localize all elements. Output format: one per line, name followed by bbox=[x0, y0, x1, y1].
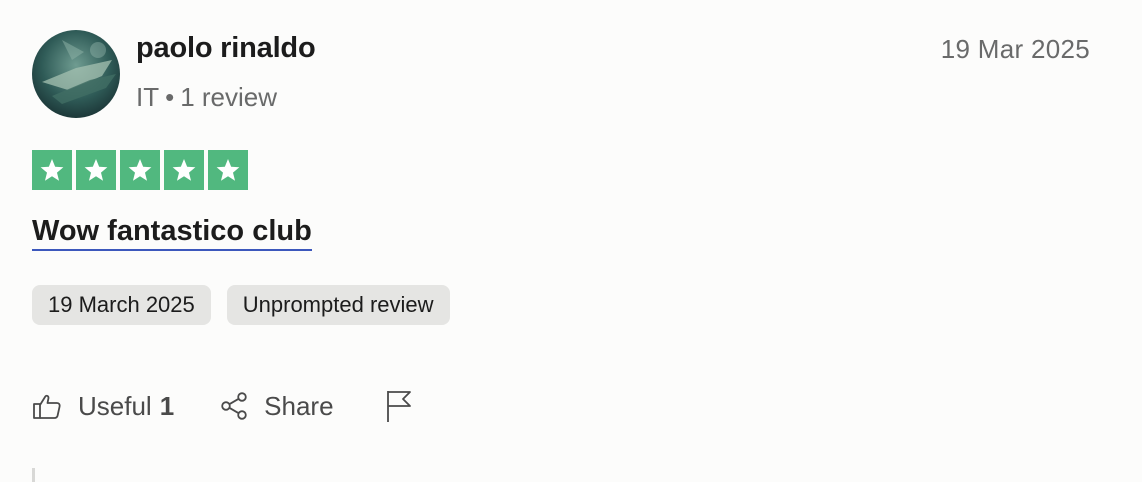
share-button[interactable]: Share bbox=[220, 390, 334, 422]
thumbs-up-icon bbox=[33, 394, 61, 419]
star-icon bbox=[40, 158, 64, 181]
star-icon bbox=[172, 158, 196, 181]
review-date: 19 Mar 2025 bbox=[940, 34, 1090, 64]
review-badges: 19 March 2025 Unprompted review bbox=[32, 285, 450, 325]
share-label: Share bbox=[264, 390, 334, 421]
star-rating bbox=[32, 150, 248, 190]
useful-label: Useful bbox=[78, 390, 152, 421]
author-avatar[interactable] bbox=[32, 30, 120, 118]
divider-tick bbox=[32, 468, 35, 482]
star-icon bbox=[84, 158, 108, 181]
star-5 bbox=[208, 150, 248, 190]
flag-icon bbox=[386, 391, 411, 422]
star-1 bbox=[32, 150, 72, 190]
star-4 bbox=[164, 150, 204, 190]
useful-button[interactable]: Useful 1 bbox=[32, 391, 174, 422]
review-card: paolo rinaldo IT • 1 review 19 Mar 2025 Wo… bbox=[0, 0, 1142, 482]
author-country: IT bbox=[136, 82, 160, 112]
unprompted-review-badge[interactable]: Unprompted review bbox=[226, 285, 450, 325]
report-button[interactable] bbox=[384, 388, 414, 424]
avatar-photo bbox=[32, 30, 120, 118]
star-3 bbox=[120, 150, 160, 190]
review-actions: Useful 1 Share bbox=[32, 384, 414, 428]
meta-separator: • bbox=[165, 82, 175, 112]
star-icon bbox=[128, 158, 152, 181]
author-review-count[interactable]: 1 review bbox=[180, 82, 277, 112]
author-meta: IT • 1 review bbox=[136, 82, 277, 113]
useful-count: 1 bbox=[159, 390, 175, 421]
author-name[interactable]: paolo rinaldo bbox=[136, 32, 316, 65]
star-icon bbox=[216, 158, 240, 181]
star-2 bbox=[76, 150, 116, 190]
review-title-link[interactable]: Wow fantastico club bbox=[32, 214, 312, 251]
share-icon bbox=[221, 392, 247, 420]
experience-date-badge: 19 March 2025 bbox=[32, 285, 211, 325]
